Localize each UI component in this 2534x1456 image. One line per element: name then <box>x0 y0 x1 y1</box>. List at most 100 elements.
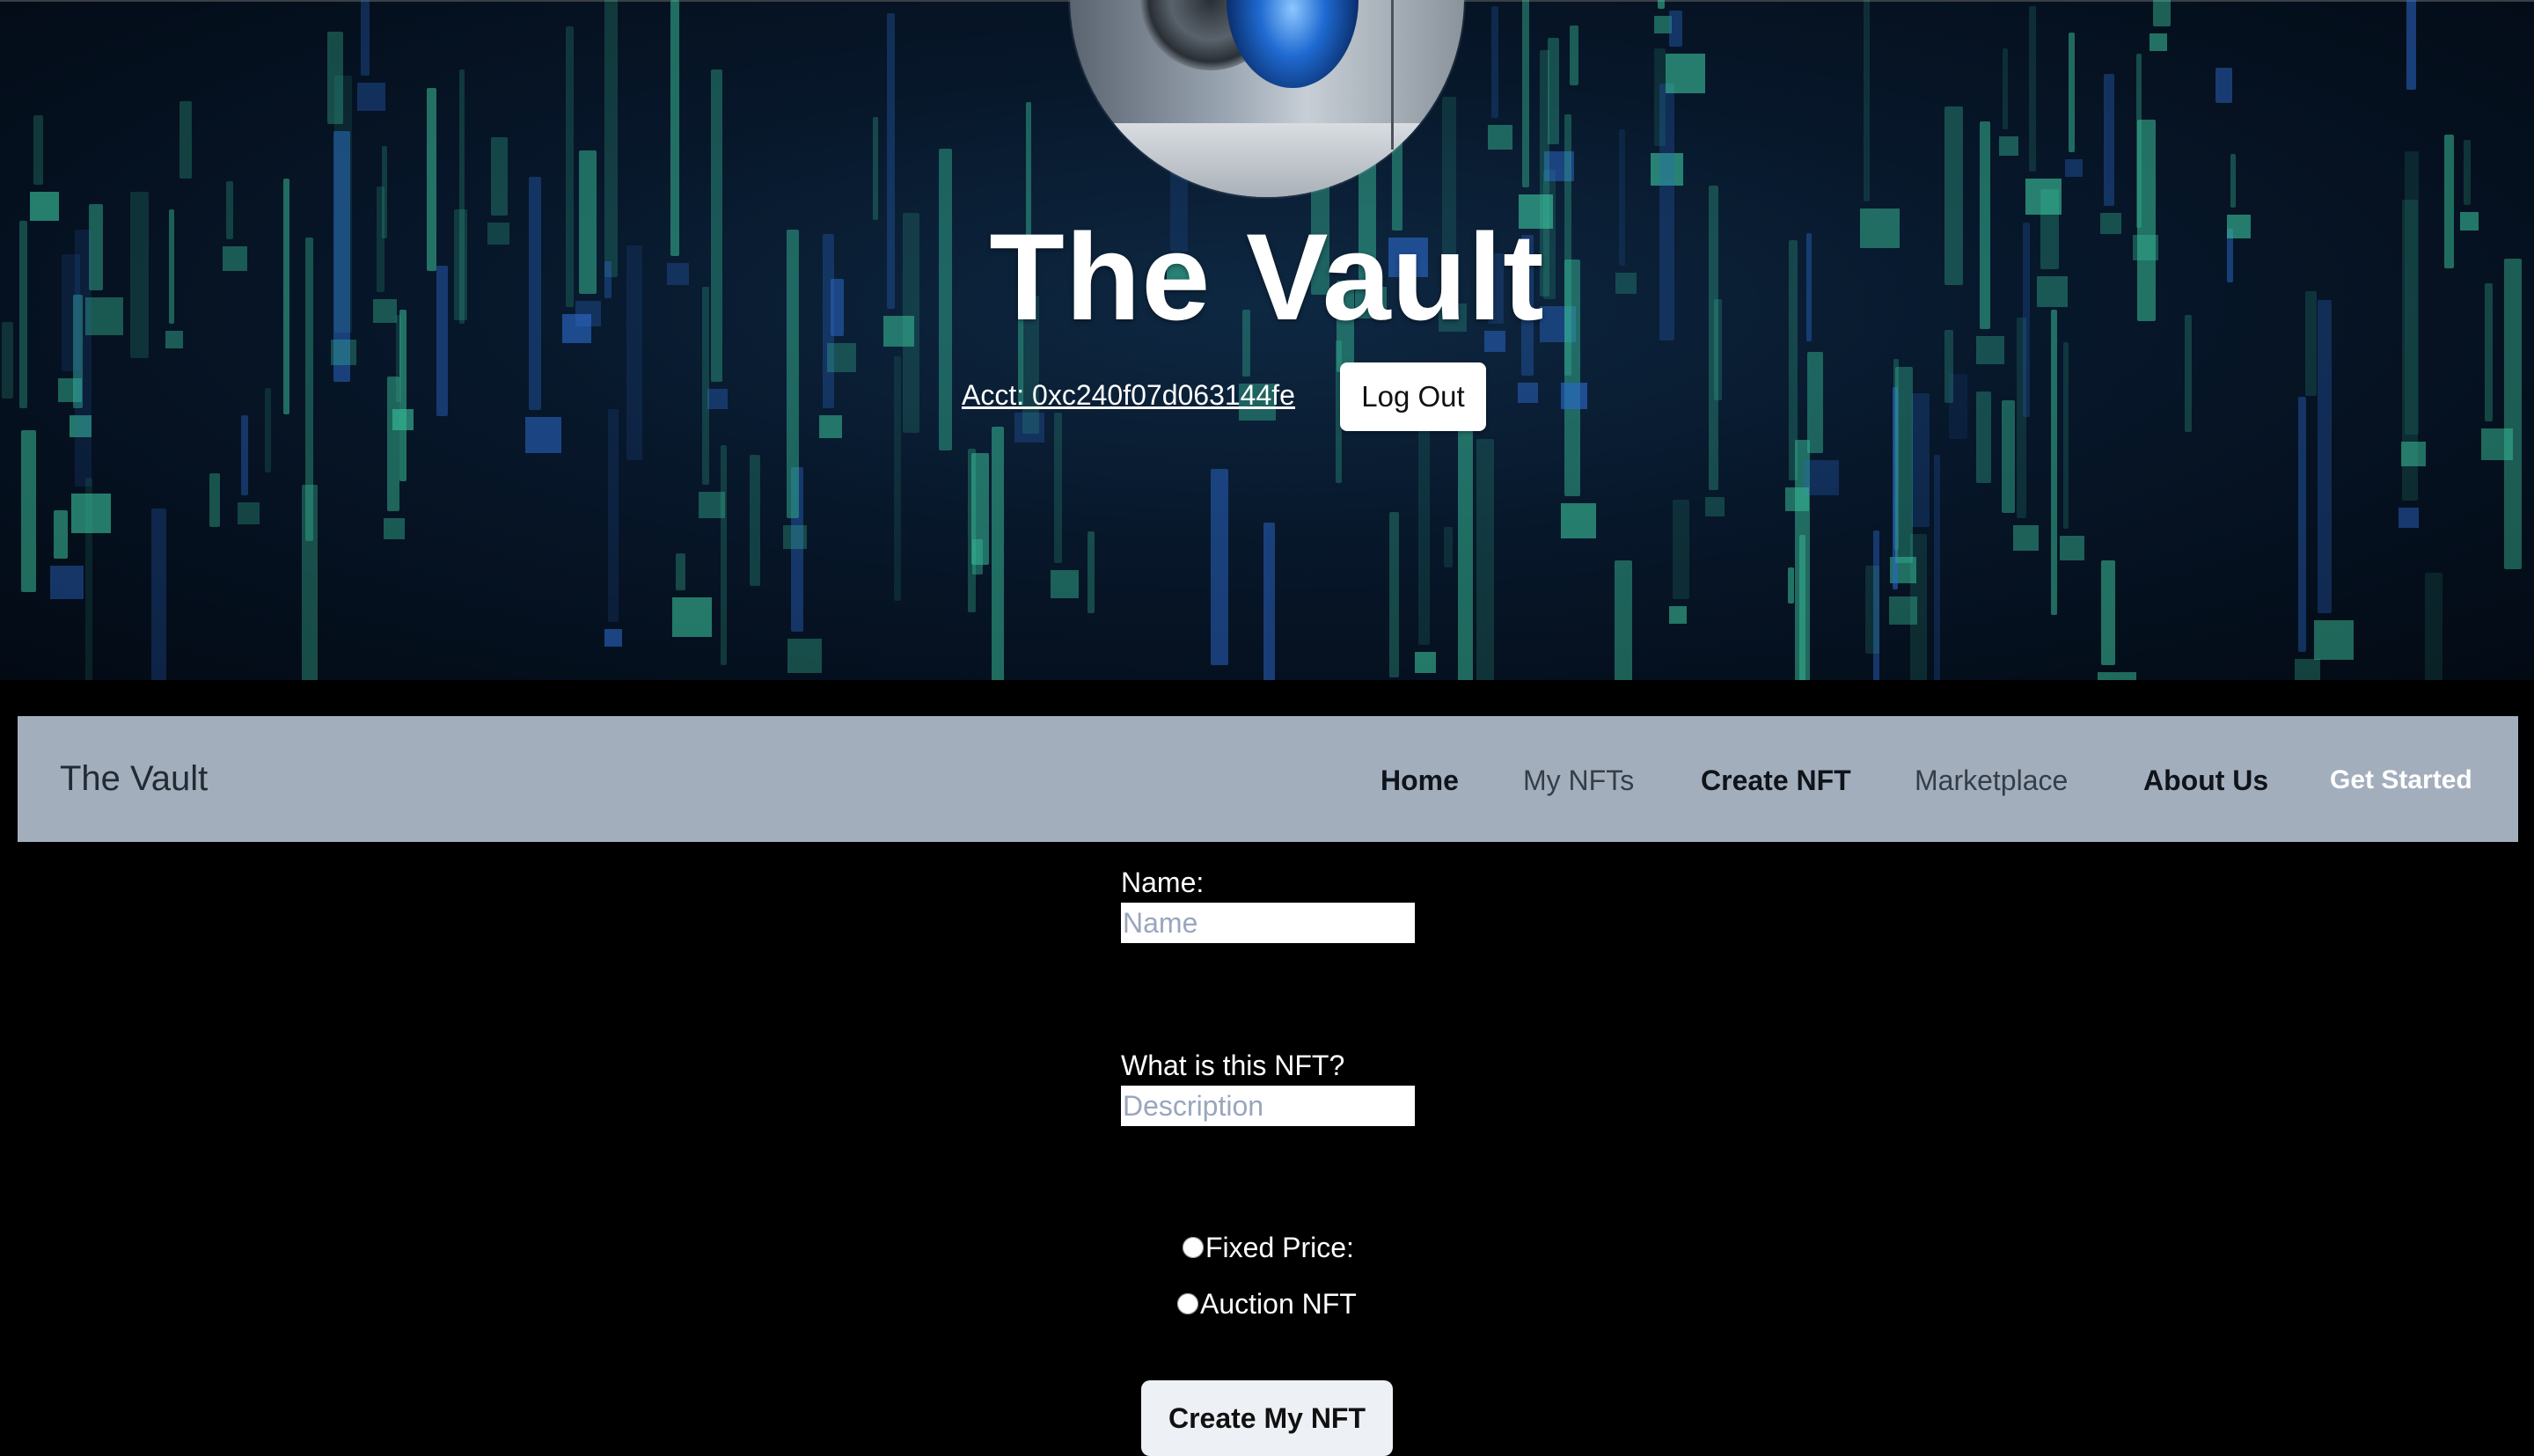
rain-glyph <box>672 597 712 637</box>
rain-glyph <box>2065 159 2083 177</box>
rain-streak <box>1491 6 1498 118</box>
rain-glyph <box>1415 652 1436 673</box>
rain-streak <box>241 415 248 495</box>
rain-glyph <box>1561 503 1596 538</box>
rain-streak <box>1949 374 1967 439</box>
rain-streak <box>151 509 166 680</box>
name-input[interactable] <box>1121 903 1415 943</box>
rain-streak <box>1418 395 1430 645</box>
rain-streak <box>2101 560 2115 665</box>
vault-floor <box>1070 123 1464 197</box>
rain-streak <box>1658 0 1665 9</box>
rain-streak <box>1522 0 1529 187</box>
rain-glyph <box>525 417 561 453</box>
rain-glyph <box>2150 33 2167 51</box>
rain-glyph <box>1488 125 1512 150</box>
rain-glyph <box>1518 383 1538 403</box>
rain-streak <box>1976 391 1991 483</box>
vault-door-image <box>1070 0 1464 197</box>
nav-about-us[interactable]: About Us <box>2143 760 2268 801</box>
fixed-price-label: Fixed Price: <box>1205 1232 1354 1263</box>
rain-streak <box>721 445 727 665</box>
rain-streak <box>302 485 318 680</box>
rain-glyph <box>1889 596 1917 625</box>
rain-streak <box>1895 367 1913 563</box>
rain-glyph <box>50 566 84 599</box>
rain-glyph <box>707 389 728 409</box>
rain-streak <box>2153 0 2171 26</box>
rain-glyph <box>1666 54 1705 93</box>
nav-marketplace[interactable]: Marketplace <box>1915 760 2068 801</box>
hero-banner: The Vault Acct: 0xc240f07d063144fe Log O… <box>0 0 2534 680</box>
nav-home[interactable]: Home <box>1381 760 1459 801</box>
nav-create-nft[interactable]: Create NFT <box>1701 760 1851 801</box>
rain-glyph <box>384 518 405 539</box>
rain-streak <box>387 377 399 511</box>
rain-streak <box>873 117 878 220</box>
rain-streak <box>1912 393 1930 527</box>
account-link[interactable]: Acct: 0xc240f07d063144fe <box>962 376 1295 414</box>
rain-glyph <box>1705 497 1725 516</box>
rain-streak <box>54 510 68 559</box>
rain-streak <box>1570 26 1578 85</box>
rain-glyph <box>1051 570 1079 598</box>
description-input[interactable] <box>1121 1086 1415 1126</box>
rain-streak <box>491 137 508 216</box>
rain-glyph <box>699 492 725 518</box>
rain-streak <box>972 539 983 574</box>
rain-glyph <box>357 83 385 111</box>
vault-portal-image <box>1227 0 1359 88</box>
rain-streak <box>2029 6 2036 172</box>
rain-streak <box>2406 0 2416 90</box>
rain-glyph <box>238 502 260 524</box>
rain-streak <box>2063 342 2069 529</box>
navbar-brand[interactable]: The Vault <box>60 755 208 802</box>
logout-button[interactable]: Log Out <box>1340 362 1486 431</box>
nav-my-nfts[interactable]: My NFTs <box>1523 760 1634 801</box>
fixed-price-radio[interactable] <box>1183 1237 1204 1258</box>
create-nft-button[interactable]: Create My NFT <box>1141 1380 1393 1456</box>
rain-glyph <box>2295 659 2320 680</box>
rain-streak <box>2003 48 2008 129</box>
rain-streak <box>992 427 1004 680</box>
rain-streak <box>1865 566 1879 654</box>
auction-option[interactable]: Auction NFT <box>1177 1284 1357 1323</box>
rain-streak <box>1054 413 1062 563</box>
rain-glyph <box>71 494 111 533</box>
main-navbar: The Vault Home My NFTs Create NFT Market… <box>18 716 2518 842</box>
rain-streak <box>2425 573 2442 680</box>
rain-glyph <box>2098 672 2136 680</box>
rain-streak <box>894 356 901 601</box>
rain-streak <box>750 455 760 586</box>
rain-glyph <box>1669 606 1687 624</box>
rain-streak <box>2002 400 2015 513</box>
rain-glyph <box>787 639 822 673</box>
rain-streak <box>2069 33 2075 152</box>
rain-streak <box>1458 428 1473 680</box>
rain-glyph <box>1785 487 1809 511</box>
rain-glyph <box>2399 508 2419 528</box>
rain-streak <box>1799 535 1805 680</box>
name-label: Name: <box>1121 867 1205 898</box>
rain-streak <box>2464 140 2471 205</box>
rain-streak <box>1615 560 1632 680</box>
rain-streak <box>361 0 370 76</box>
rain-streak <box>21 430 36 592</box>
rain-streak <box>1263 523 1275 680</box>
rain-streak <box>2230 154 2236 208</box>
rain-streak <box>676 553 685 590</box>
rain-streak <box>1669 11 1682 47</box>
rain-streak <box>2298 397 2306 652</box>
rain-streak <box>209 473 220 527</box>
description-label: What is this NFT? <box>1121 1050 1345 1081</box>
rain-streak <box>2215 68 2232 103</box>
rain-glyph <box>1561 383 1587 409</box>
rain-streak <box>1864 0 1870 201</box>
rain-streak <box>1444 527 1453 567</box>
fixed-price-option[interactable]: Fixed Price: <box>1183 1228 1354 1267</box>
rain-streak <box>1211 469 1228 665</box>
rain-glyph <box>2401 442 2426 466</box>
rain-streak <box>608 409 619 622</box>
auction-radio[interactable] <box>1177 1293 1198 1314</box>
nav-get-started[interactable]: Get Started <box>2330 760 2472 801</box>
